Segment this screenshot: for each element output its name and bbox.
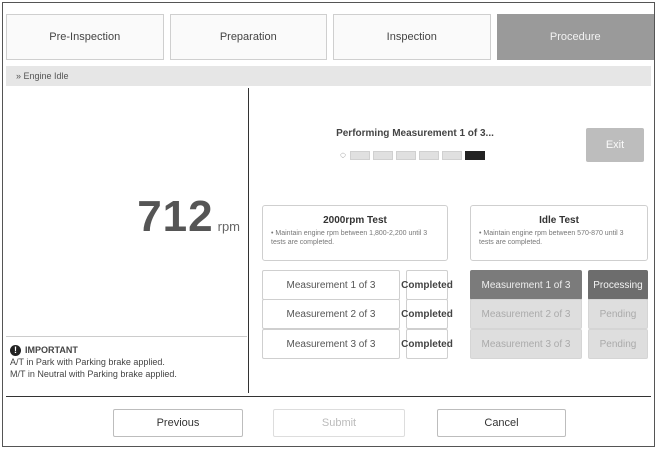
status-2000-1: Completed bbox=[401, 270, 453, 300]
status-idle-2: Pending bbox=[588, 299, 648, 329]
bottom-divider bbox=[6, 396, 651, 397]
measurement-2000-2[interactable]: Measurement 2 of 3 bbox=[262, 299, 400, 329]
rpm-readout: 712 rpm bbox=[137, 192, 240, 242]
measurement-idle-3[interactable]: Measurement 3 of 3 bbox=[470, 329, 582, 359]
important-line: M/T in Neutral with Parking brake applie… bbox=[10, 369, 177, 379]
progress-segment bbox=[372, 151, 393, 160]
status-2000-3: Completed bbox=[401, 329, 453, 359]
test-idle-card: Idle Test • Maintain engine rpm between … bbox=[470, 205, 648, 261]
warning-icon: ! bbox=[10, 344, 21, 356]
progress-segment bbox=[395, 151, 416, 160]
submit-button[interactable]: Submit bbox=[273, 409, 405, 437]
measurement-progress: ◌ bbox=[340, 150, 488, 161]
progress-segment bbox=[418, 151, 439, 160]
performing-status: Performing Measurement 1 of 3... bbox=[336, 128, 494, 139]
progress-segment bbox=[349, 151, 370, 160]
status-idle-1: Processing bbox=[588, 270, 648, 300]
progress-segment bbox=[441, 151, 462, 160]
test-2000rpm-description: • Maintain engine rpm between 1,800-2,20… bbox=[271, 230, 428, 246]
measurement-2000-3[interactable]: Measurement 3 of 3 bbox=[262, 329, 400, 359]
progress-segment bbox=[464, 151, 485, 160]
exit-button[interactable]: Exit bbox=[586, 128, 644, 162]
test-2000rpm-title: 2000rpm Test bbox=[323, 215, 387, 226]
previous-button[interactable]: Previous bbox=[113, 409, 243, 437]
measurement-2000-1[interactable]: Measurement 1 of 3 bbox=[262, 270, 400, 300]
important-line: A/T in Park with Parking brake applied. bbox=[10, 357, 165, 367]
status-2000-2: Completed bbox=[401, 299, 453, 329]
rpm-panel: 712 rpm ! IMPORTANT A/T in Park with Par… bbox=[6, 88, 249, 393]
tab-pre-inspection[interactable]: Pre-Inspection bbox=[6, 14, 164, 60]
tab-preparation[interactable]: Preparation bbox=[169, 14, 327, 60]
important-notice: ! IMPORTANT A/T in Park with Parking bra… bbox=[10, 344, 177, 380]
rpm-value: 712 bbox=[137, 192, 214, 241]
test-idle-title: Idle Test bbox=[539, 215, 579, 226]
spinner-icon: ◌ bbox=[340, 150, 346, 161]
divider bbox=[6, 336, 247, 337]
test-2000rpm-card: 2000rpm Test • Maintain engine rpm betwe… bbox=[262, 205, 448, 261]
cancel-button[interactable]: Cancel bbox=[437, 409, 566, 437]
breadcrumb: » Engine Idle bbox=[6, 66, 651, 86]
test-idle-description: • Maintain engine rpm between 570-870 un… bbox=[479, 230, 624, 246]
rpm-unit: rpm bbox=[217, 219, 240, 234]
step-tabs: Pre-Inspection Preparation Inspection Pr… bbox=[6, 14, 654, 60]
measurement-idle-2[interactable]: Measurement 2 of 3 bbox=[470, 299, 582, 329]
tab-inspection[interactable]: Inspection bbox=[333, 14, 491, 60]
status-idle-3: Pending bbox=[588, 329, 648, 359]
important-title: IMPORTANT bbox=[25, 345, 78, 355]
measurement-idle-1[interactable]: Measurement 1 of 3 bbox=[470, 270, 582, 300]
tab-procedure[interactable]: Procedure bbox=[496, 14, 654, 60]
